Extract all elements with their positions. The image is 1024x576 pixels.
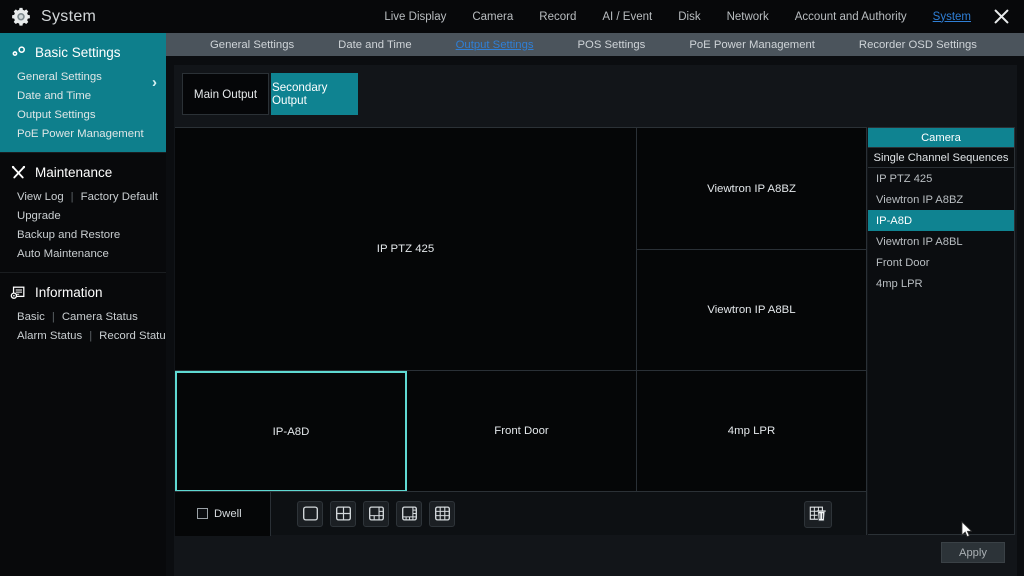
clear-all-channels-icon[interactable] (804, 501, 832, 528)
sidebar-item-auto-maintenance[interactable]: Auto Maintenance (17, 248, 109, 260)
title-bar: System Live Display Camera Record AI / E… (0, 0, 1024, 33)
sidebar-item-general-settings[interactable]: General Settings (0, 67, 166, 86)
tab-poe-power-management[interactable]: PoE Power Management (667, 39, 837, 51)
grid-cell-3[interactable]: Viewtron IP A8BL (637, 250, 867, 371)
topnav-item-account-and-authority[interactable]: Account and Authority (782, 7, 920, 27)
output-settings-panel: Main Output Secondary Output IP PTZ 425 … (174, 65, 1017, 576)
layout-8-icon[interactable] (396, 501, 422, 527)
sidebar-row-upgrade: Upgrade (0, 206, 166, 225)
camera-panel: Camera Single Channel Sequences IP PTZ 4… (868, 127, 1015, 535)
grid-cell-label: Front Door (494, 425, 548, 437)
grid-cell-label: Viewtron IP A8BZ (707, 183, 796, 195)
app-brand: System (0, 6, 300, 28)
sidebar-group-title: Basic Settings (35, 45, 121, 60)
sidebar-group-header-maintenance[interactable]: Maintenance (0, 160, 166, 187)
window-title: System (41, 8, 96, 26)
sidebar-row-view-log: View Log | Factory Default (0, 187, 166, 206)
sidebar-group-title: Maintenance (35, 165, 112, 180)
tab-main-output[interactable]: Main Output (182, 73, 269, 115)
tab-recorder-osd-settings[interactable]: Recorder OSD Settings (837, 39, 999, 51)
layout-4-icon[interactable] (330, 501, 356, 527)
grid-cell-label: 4mp LPR (728, 425, 775, 437)
topnav-item-record[interactable]: Record (526, 7, 589, 27)
tab-secondary-output[interactable]: Secondary Output (271, 73, 358, 115)
basic-settings-icon (9, 43, 27, 61)
topnav-item-disk[interactable]: Disk (665, 7, 713, 27)
layout-toolbar: Dwell (175, 491, 867, 535)
sidebar: Basic Settings General Settings Date and… (0, 33, 166, 576)
sidebar-row-backup-and-restore: Backup and Restore (0, 225, 166, 244)
divider: | (64, 191, 81, 203)
topnav-item-ai-event[interactable]: AI / Event (589, 7, 665, 27)
dwell-checkbox[interactable] (197, 508, 208, 519)
sidebar-item-backup-and-restore[interactable]: Backup and Restore (17, 229, 120, 241)
output-tab-group: Main Output Secondary Output (182, 73, 358, 115)
topnav-item-live-display[interactable]: Live Display (371, 7, 459, 27)
tab-date-and-time[interactable]: Date and Time (316, 39, 433, 51)
grid-cell-5[interactable]: Front Door (407, 371, 637, 492)
sidebar-item-factory-default[interactable]: Factory Default (81, 191, 158, 203)
sidebar-group-title: Information (35, 285, 103, 300)
camera-list-item-ip-ptz-425[interactable]: IP PTZ 425 (868, 168, 1014, 189)
sidebar-item-basic[interactable]: Basic (17, 311, 45, 323)
divider: | (82, 330, 99, 342)
topnav-item-camera[interactable]: Camera (459, 7, 526, 27)
sidebar-group-basic-settings: Basic Settings General Settings Date and… (0, 33, 166, 152)
grid-cell-2[interactable]: Viewtron IP A8BZ (637, 128, 867, 250)
layout-button-group (271, 501, 455, 527)
grid-cell-1[interactable]: IP PTZ 425 (175, 128, 637, 371)
layout-9-icon[interactable] (429, 501, 455, 527)
camera-list-item-4mp-lpr[interactable]: 4mp LPR (868, 273, 1014, 294)
sidebar-item-output-settings[interactable]: Output Settings (0, 105, 166, 124)
topnav-item-network[interactable]: Network (714, 7, 782, 27)
sidebar-item-date-and-time[interactable]: Date and Time (0, 86, 166, 105)
content-area: Main Output Secondary Output IP PTZ 425 … (166, 56, 1024, 576)
tab-general-settings[interactable]: General Settings (188, 39, 316, 51)
grid-cell-6[interactable]: 4mp LPR (637, 371, 867, 492)
sidebar-item-poe-power-management[interactable]: PoE Power Management (0, 124, 166, 143)
camera-list-item-ip-a8d[interactable]: IP-A8D (868, 210, 1014, 231)
close-icon[interactable] (984, 0, 1018, 33)
layout-1-icon[interactable] (297, 501, 323, 527)
gear-icon (10, 6, 32, 28)
sub-tabs: General Settings Date and Time Output Se… (166, 33, 1024, 56)
divider: | (45, 311, 62, 323)
grid-cell-label: Viewtron IP A8BL (707, 304, 795, 316)
tab-pos-settings[interactable]: POS Settings (556, 39, 668, 51)
camera-list-item-viewtron-ip-a8bz[interactable]: Viewtron IP A8BZ (868, 189, 1014, 210)
sidebar-row-auto-maintenance: Auto Maintenance (0, 244, 166, 263)
sidebar-group-header-basic-settings[interactable]: Basic Settings (0, 40, 166, 67)
sidebar-group-header-information[interactable]: Information (0, 280, 166, 307)
information-icon (9, 283, 27, 301)
wrench-icon (9, 163, 27, 181)
app-window: System Live Display Camera Record AI / E… (0, 0, 1024, 576)
chevron-right-icon[interactable]: › (152, 75, 157, 90)
sidebar-row-alarm-status: Alarm Status | Record Status (0, 326, 166, 345)
grid-cell-label: IP-A8D (273, 426, 310, 438)
channel-layout-grid: IP PTZ 425 Viewtron IP A8BZ Viewtron IP … (175, 127, 867, 491)
sidebar-item-alarm-status[interactable]: Alarm Status (17, 330, 82, 342)
top-navigation: Live Display Camera Record AI / Event Di… (300, 0, 1024, 33)
dwell-label: Dwell (214, 508, 242, 520)
sidebar-item-camera-status[interactable]: Camera Status (62, 311, 138, 323)
topnav-item-system[interactable]: System (920, 7, 984, 27)
sidebar-item-view-log[interactable]: View Log (17, 191, 64, 203)
layout-6-icon[interactable] (363, 501, 389, 527)
apply-button[interactable]: Apply (941, 542, 1005, 563)
grid-cell-label: IP PTZ 425 (377, 243, 434, 255)
camera-panel-header[interactable]: Camera (868, 128, 1014, 147)
sidebar-item-upgrade[interactable]: Upgrade (17, 210, 61, 222)
single-channel-sequences-header[interactable]: Single Channel Sequences (868, 147, 1014, 168)
sidebar-group-maintenance: Maintenance View Log | Factory Default U… (0, 152, 166, 272)
dwell-control[interactable]: Dwell (175, 492, 271, 536)
sidebar-group-information: Information Basic | Camera Status Alarm … (0, 272, 166, 354)
camera-list-item-viewtron-ip-a8bl[interactable]: Viewtron IP A8BL (868, 231, 1014, 252)
tab-output-settings[interactable]: Output Settings (434, 39, 556, 51)
grid-cell-4[interactable]: IP-A8D (175, 371, 407, 492)
camera-list-item-front-door[interactable]: Front Door (868, 252, 1014, 273)
sidebar-item-record-status[interactable]: Record Status (99, 330, 171, 342)
sidebar-row-basic: Basic | Camera Status (0, 307, 166, 326)
